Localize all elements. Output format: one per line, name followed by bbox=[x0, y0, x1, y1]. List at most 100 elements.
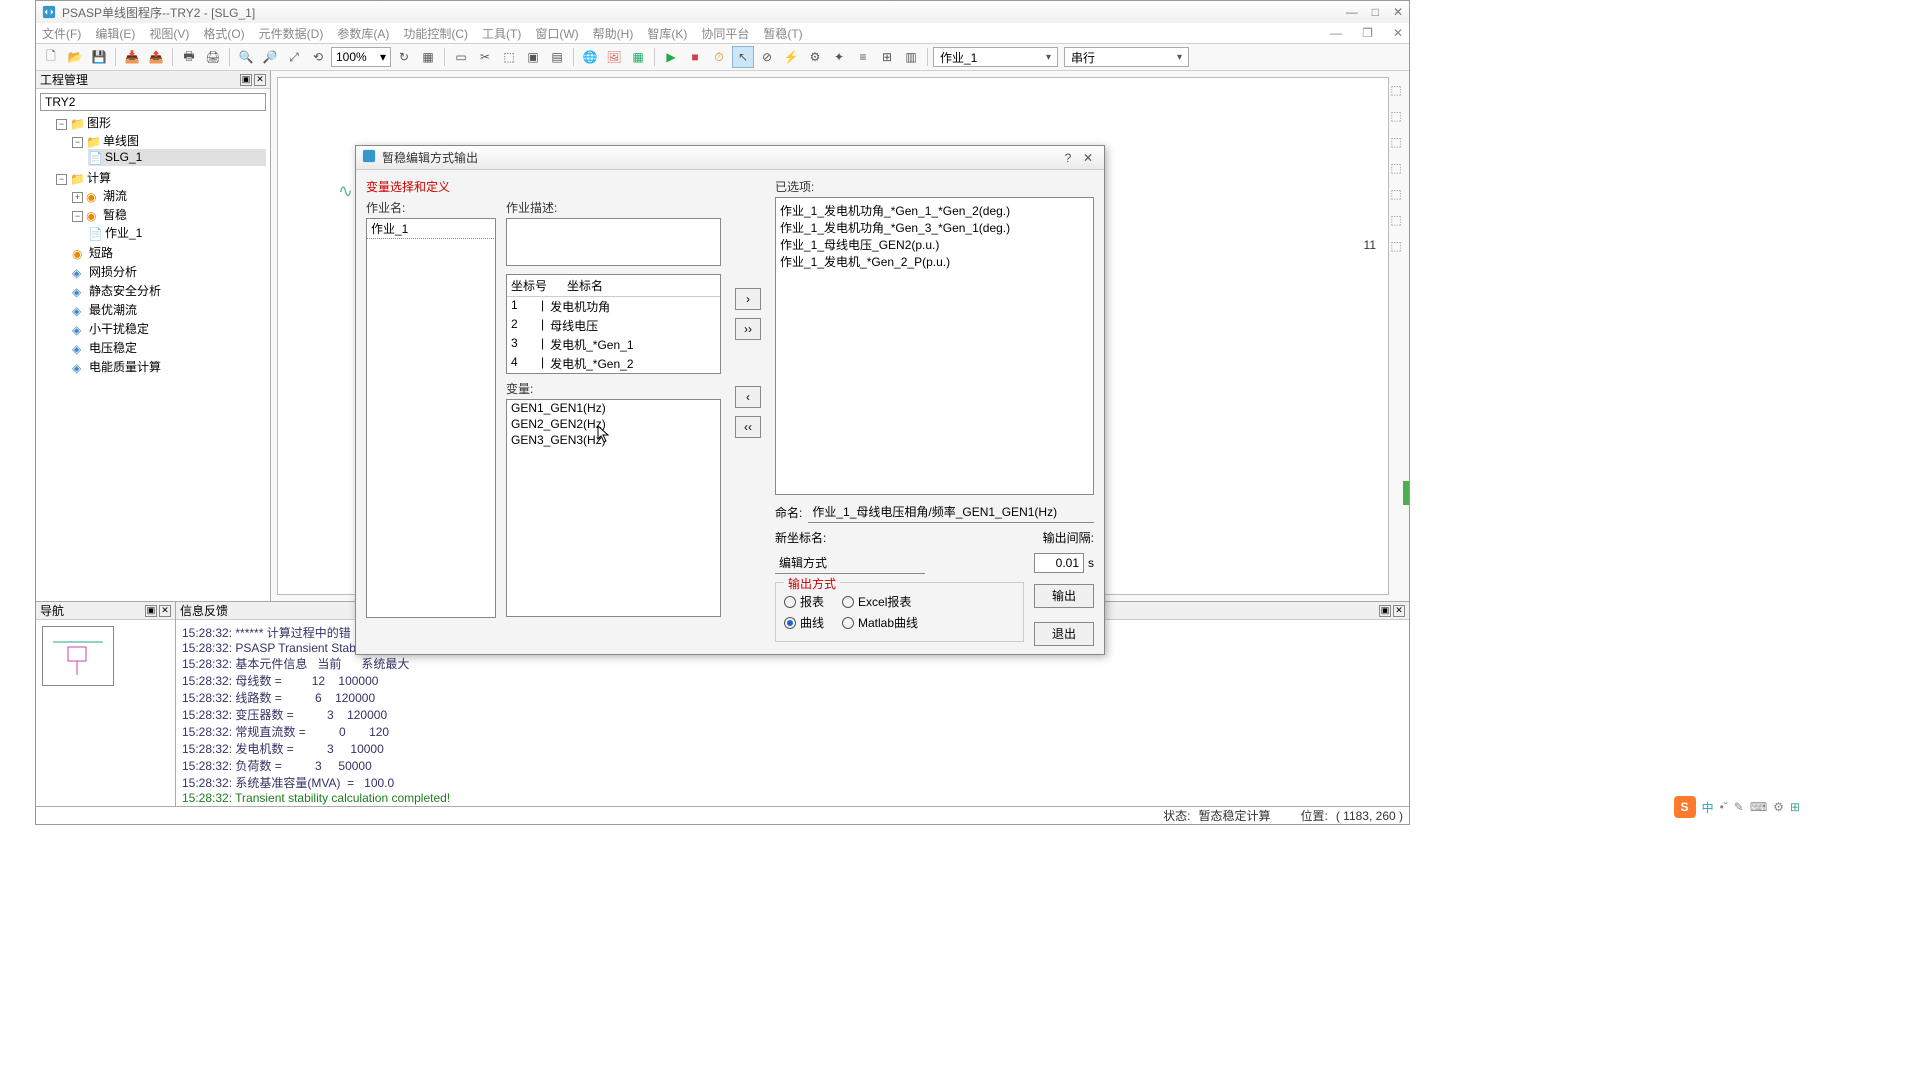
tool-h-icon[interactable]: ⚙ bbox=[804, 46, 826, 68]
tray-icon[interactable]: ✎ bbox=[1734, 800, 1744, 814]
output-button[interactable]: 输出 bbox=[1034, 584, 1094, 608]
globe-icon[interactable]: 🌐 bbox=[579, 46, 601, 68]
nav-preview[interactable] bbox=[36, 620, 175, 806]
dialog-help-button[interactable]: ? bbox=[1058, 151, 1078, 165]
remove-all-button[interactable]: ‹‹ bbox=[735, 416, 761, 438]
coord-listbox[interactable]: 坐标号 坐标名 1|发电机功角 2|母线电压 3|发电机_*Gen_1 4|发电… bbox=[506, 274, 721, 374]
mdi-minimize[interactable]: — bbox=[1330, 26, 1342, 40]
menu-format[interactable]: 格式(O) bbox=[203, 25, 244, 42]
print-icon[interactable]: 🖨 bbox=[202, 46, 224, 68]
job-listbox[interactable]: 作业_1 bbox=[366, 218, 496, 618]
dialog-close-button[interactable]: ✕ bbox=[1078, 151, 1098, 165]
rtool-a-icon[interactable]: ⬚ bbox=[1387, 81, 1405, 99]
desc-box[interactable] bbox=[506, 218, 721, 266]
zoom-out-icon[interactable]: 🔎 bbox=[259, 46, 281, 68]
menu-zhiku[interactable]: 智库(K) bbox=[647, 25, 687, 42]
mdi-close[interactable]: ✕ bbox=[1393, 26, 1403, 40]
runmode-combo[interactable]: 串行▾ bbox=[1064, 47, 1189, 67]
rtool-d-icon[interactable]: ⬚ bbox=[1387, 159, 1405, 177]
menu-view[interactable]: 视图(V) bbox=[149, 25, 189, 42]
interval-field[interactable]: 0.01 bbox=[1034, 553, 1084, 573]
new-coord-field[interactable]: 编辑方式 bbox=[775, 552, 925, 574]
menu-tools[interactable]: 工具(T) bbox=[482, 25, 521, 42]
rtool-f-icon[interactable]: ⬚ bbox=[1387, 211, 1405, 229]
menu-window[interactable]: 窗口(W) bbox=[535, 25, 578, 42]
selected-item[interactable]: 作业_1_发电机功角_*Gen_3_*Gen_1(deg.) bbox=[780, 219, 1089, 236]
name-field[interactable]: 作业_1_母线电压相角/频率_GEN1_GEN1(Hz) bbox=[808, 501, 1094, 523]
excel-icon[interactable]: ▦ bbox=[627, 46, 649, 68]
var-listbox[interactable]: GEN1_GEN1(Hz) GEN2_GEN2(Hz) GEN3_GEN3(Hz… bbox=[506, 399, 721, 617]
zoom-reset-icon[interactable]: ⟲ bbox=[307, 46, 329, 68]
minimize-button[interactable]: — bbox=[1346, 5, 1358, 19]
menu-edit[interactable]: 编辑(E) bbox=[95, 25, 135, 42]
tool-i-icon[interactable]: ✦ bbox=[828, 46, 850, 68]
coord-row[interactable]: 3|发电机_*Gen_1 bbox=[507, 335, 720, 354]
exit-button[interactable]: 退出 bbox=[1034, 622, 1094, 646]
tool-f-icon[interactable]: ⊘ bbox=[756, 46, 778, 68]
coord-row[interactable]: 5|发电机_*Gen_3 bbox=[507, 373, 720, 374]
tool-b-icon[interactable]: ✂ bbox=[474, 46, 496, 68]
save-icon[interactable]: 💾 bbox=[88, 46, 110, 68]
import-icon[interactable]: 📥 bbox=[121, 46, 143, 68]
expand-icon[interactable]: − bbox=[72, 137, 83, 148]
menu-component[interactable]: 元件数据(D) bbox=[259, 25, 324, 42]
job-item[interactable]: 作业_1 bbox=[367, 219, 495, 238]
new-icon[interactable]: 🗋 bbox=[40, 46, 62, 68]
tool-k-icon[interactable]: ⊞ bbox=[876, 46, 898, 68]
print-preview-icon[interactable]: 🖶 bbox=[178, 46, 200, 68]
panel-pin-icon[interactable]: ▣ bbox=[240, 74, 252, 86]
mdi-restore[interactable]: ❐ bbox=[1362, 26, 1373, 40]
dialog-titlebar[interactable]: 暂稳编辑方式输出 ? ✕ bbox=[356, 146, 1104, 170]
refresh-icon[interactable]: ↻ bbox=[393, 46, 415, 68]
menu-paramlib[interactable]: 参数库(A) bbox=[337, 25, 389, 42]
tool-e-icon[interactable]: ▤ bbox=[546, 46, 568, 68]
var-item[interactable]: GEN1_GEN1(Hz) bbox=[507, 400, 720, 416]
selected-item[interactable]: 作业_1_发电机_*Gen_2_P(p.u.) bbox=[780, 253, 1089, 270]
selected-item[interactable]: 作业_1_母线电压_GEN2(p.u.) bbox=[780, 236, 1089, 253]
tray-icon[interactable]: ⌨ bbox=[1750, 800, 1767, 814]
tray-icon[interactable]: 中 bbox=[1702, 799, 1714, 816]
rtool-c-icon[interactable]: ⬚ bbox=[1387, 133, 1405, 151]
project-tree[interactable]: TRY2 −📁图形 −📁单线图 📄SLG_1 −📁计算 +◉潮流 −◉暂稳 bbox=[36, 89, 270, 601]
export-icon[interactable]: 📤 bbox=[145, 46, 167, 68]
panel-pin-icon[interactable]: ▣ bbox=[1379, 605, 1391, 617]
zoom-in-icon[interactable]: 🔍 bbox=[235, 46, 257, 68]
tree-root[interactable]: TRY2 bbox=[40, 93, 266, 111]
tree-slg1[interactable]: SLG_1 bbox=[105, 150, 142, 164]
radio-matlab[interactable]: Matlab曲线 bbox=[842, 614, 918, 631]
selected-item[interactable]: 作业_1_发电机功角_*Gen_1_*Gen_2(deg.) bbox=[780, 202, 1089, 219]
panel-close-icon[interactable]: ✕ bbox=[159, 605, 171, 617]
stop-icon[interactable]: ■ bbox=[684, 46, 706, 68]
rtool-g-icon[interactable]: ⬚ bbox=[1387, 237, 1405, 255]
grid-icon[interactable]: ▦ bbox=[417, 46, 439, 68]
panel-close-icon[interactable]: ✕ bbox=[254, 74, 266, 86]
expand-icon[interactable]: − bbox=[56, 119, 67, 130]
tray-icon[interactable]: ⚙ bbox=[1773, 800, 1784, 814]
menu-file[interactable]: 文件(F) bbox=[42, 25, 81, 42]
coord-row[interactable]: 1|发电机功角 bbox=[507, 297, 720, 316]
coord-row[interactable]: 4|发电机_*Gen_2 bbox=[507, 354, 720, 373]
remove-one-button[interactable]: ‹ bbox=[735, 386, 761, 408]
expand-icon[interactable]: − bbox=[56, 174, 67, 185]
menu-coop[interactable]: 协同平台 bbox=[701, 25, 749, 42]
coord-row[interactable]: 2|母线电压 bbox=[507, 316, 720, 335]
run-icon[interactable]: ▶ bbox=[660, 46, 682, 68]
add-one-button[interactable]: › bbox=[735, 288, 761, 310]
tool-d-icon[interactable]: ▣ bbox=[522, 46, 544, 68]
tool-l-icon[interactable]: ▥ bbox=[900, 46, 922, 68]
maximize-button[interactable]: □ bbox=[1372, 5, 1379, 19]
add-all-button[interactable]: ›› bbox=[735, 318, 761, 340]
zoom-combo[interactable]: 100%▾ bbox=[331, 47, 391, 67]
expand-icon[interactable]: − bbox=[72, 211, 83, 222]
tray-icon[interactable]: •ˇ bbox=[1720, 800, 1728, 814]
open-icon[interactable]: 📂 bbox=[64, 46, 86, 68]
panel-pin-icon[interactable]: ▣ bbox=[145, 605, 157, 617]
tool-g-icon[interactable]: ⚡ bbox=[780, 46, 802, 68]
var-item[interactable]: GEN2_GEN2(Hz) bbox=[507, 416, 720, 432]
step-icon[interactable]: ⏱ bbox=[708, 46, 730, 68]
panel-close-icon[interactable]: ✕ bbox=[1393, 605, 1405, 617]
rtool-b-icon[interactable]: ⬚ bbox=[1387, 107, 1405, 125]
menu-func[interactable]: 功能控制(C) bbox=[403, 25, 468, 42]
tool-j-icon[interactable]: ≡ bbox=[852, 46, 874, 68]
zoom-fit-icon[interactable]: ⤢ bbox=[283, 46, 305, 68]
